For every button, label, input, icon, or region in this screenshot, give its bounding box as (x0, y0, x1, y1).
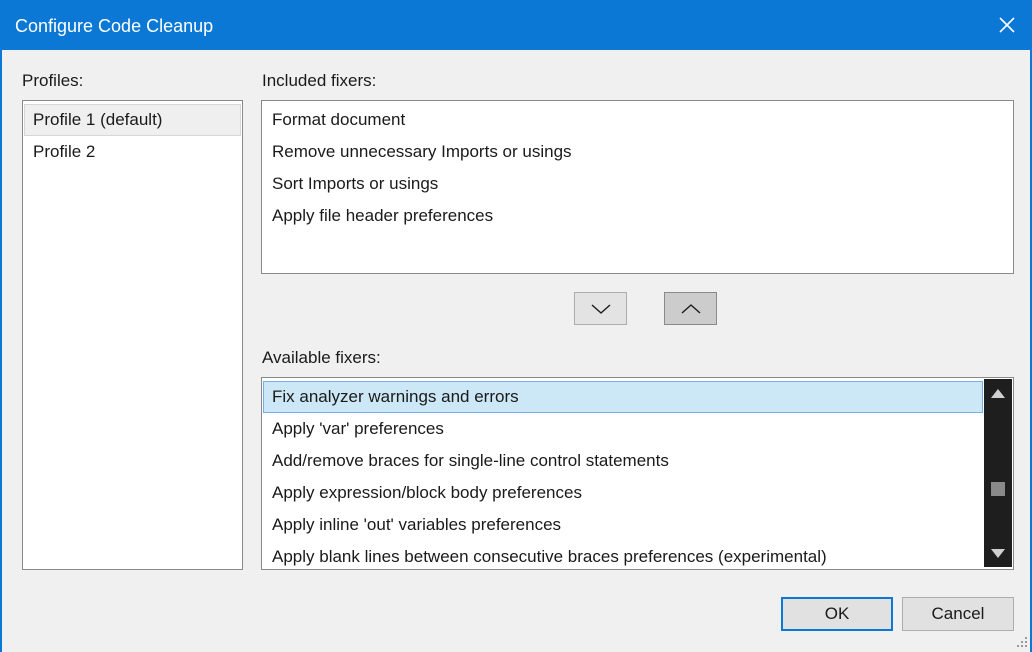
resize-grip-icon[interactable] (1016, 636, 1028, 648)
close-icon (999, 17, 1015, 33)
available-fixers-list[interactable]: Fix analyzer warnings and errors Apply '… (261, 377, 1014, 570)
available-fixers-scrollbar[interactable] (984, 379, 1012, 567)
window-title: Configure Code Cleanup (15, 16, 214, 36)
included-fixers-label: Included fixers: (262, 71, 377, 90)
available-fixers-label: Available fixers: (262, 348, 381, 367)
profiles-list[interactable]: Profile 1 (default) Profile 2 (22, 100, 243, 570)
window-border-left (0, 50, 2, 652)
included-fixers-list[interactable]: Format document Remove unnecessary Impor… (261, 100, 1014, 274)
chevron-up-icon (681, 303, 700, 314)
cancel-button[interactable]: Cancel (902, 597, 1014, 631)
move-down-button[interactable] (574, 292, 627, 325)
scroll-down-arrow-icon (991, 548, 1005, 558)
scroll-up-arrow-icon (991, 388, 1005, 398)
profile-item[interactable]: Profile 2 (24, 136, 241, 168)
move-up-button[interactable] (664, 292, 717, 325)
included-fixer-item[interactable]: Apply file header preferences (263, 200, 1012, 232)
available-fixer-item[interactable]: Apply 'var' preferences (263, 413, 983, 445)
available-fixer-item[interactable]: Apply expression/block body preferences (263, 477, 983, 509)
available-fixer-item[interactable]: Fix analyzer warnings and errors (263, 381, 983, 413)
profiles-label: Profiles: (22, 71, 84, 90)
profile-item[interactable]: Profile 1 (default) (24, 104, 241, 136)
included-fixer-item[interactable]: Remove unnecessary Imports or usings (263, 136, 1012, 168)
included-fixer-item[interactable]: Format document (263, 104, 1012, 136)
available-fixer-item[interactable]: Apply inline 'out' variables preferences (263, 509, 983, 541)
ok-button[interactable]: OK (781, 597, 893, 631)
available-fixer-item[interactable]: Add/remove braces for single-line contro… (263, 445, 983, 477)
available-fixer-item[interactable]: Apply blank lines between consecutive br… (263, 541, 983, 569)
scroll-up-button[interactable] (984, 381, 1012, 405)
scroll-down-button[interactable] (984, 541, 1012, 565)
included-fixer-item[interactable]: Sort Imports or usings (263, 168, 1012, 200)
close-button[interactable] (982, 0, 1032, 50)
chevron-down-icon (591, 303, 610, 314)
scroll-thumb[interactable] (991, 482, 1005, 496)
title-bar: Configure Code Cleanup (0, 0, 1032, 50)
